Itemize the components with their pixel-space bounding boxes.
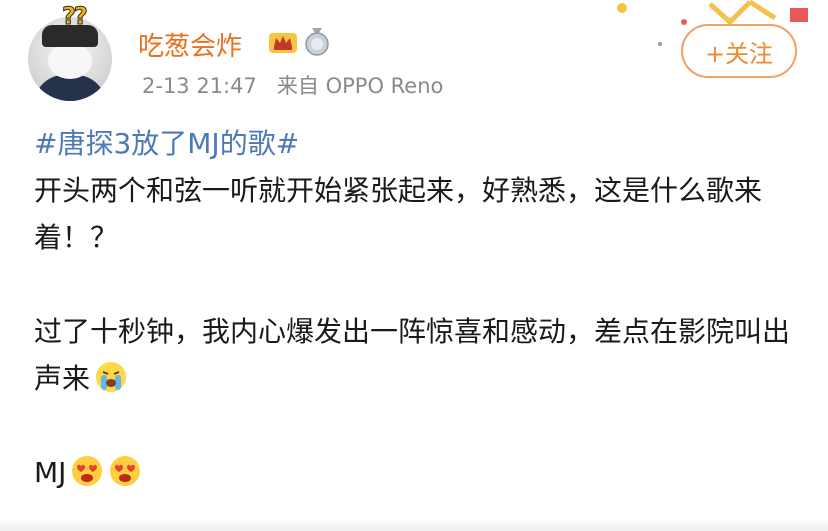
post-meta: 2-13 21:47 来自 OPPO Reno bbox=[142, 70, 443, 100]
post-text-line3-body: MJ bbox=[34, 456, 67, 489]
follow-button[interactable]: +关注 bbox=[681, 24, 797, 78]
username[interactable]: 吃葱会炸 bbox=[138, 26, 242, 63]
post-text-line2-body: 过了十秒钟，我内心爆发出一阵惊喜和感动，差点在影院叫出声来 bbox=[34, 315, 791, 395]
post-text-line3: MJ bbox=[34, 449, 804, 496]
avatar-face bbox=[48, 43, 92, 79]
heart-eyes-emoji-icon bbox=[72, 456, 103, 486]
topic-link[interactable]: #唐探3放了MJ的歌# bbox=[34, 120, 804, 167]
post-source: 来自 OPPO Reno bbox=[276, 74, 444, 98]
medal-badge-icon[interactable] bbox=[304, 28, 330, 56]
post-content: #唐探3放了MJ的歌# 开头两个和弦一听就开始紧张起来，好熟悉，这是什么歌来着！… bbox=[34, 120, 804, 496]
crying-emoji-icon bbox=[96, 362, 127, 392]
crown-badge-icon[interactable] bbox=[268, 30, 298, 54]
question-marks-icon: ?? bbox=[62, 2, 89, 31]
bottom-divider bbox=[0, 518, 828, 531]
post-timestamp: 2-13 21:47 bbox=[142, 74, 257, 98]
post-text-line1: 开头两个和弦一听就开始紧张起来，好熟悉，这是什么歌来着！？ bbox=[34, 174, 763, 254]
post-text-line2: 过了十秒钟，我内心爆发出一阵惊喜和感动，差点在影院叫出声来 bbox=[34, 308, 804, 402]
heart-eyes-emoji-icon bbox=[110, 456, 141, 486]
